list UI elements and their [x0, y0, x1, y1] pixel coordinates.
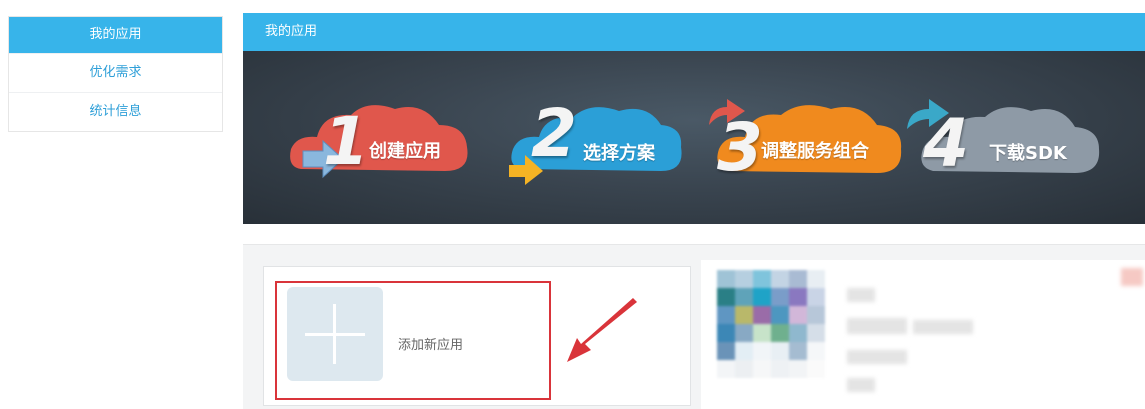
- blurred-text: [847, 378, 875, 392]
- step-3-number: 3: [717, 109, 763, 186]
- step-4-number: 4: [923, 105, 969, 182]
- step-1-label: 创建应用: [369, 141, 441, 162]
- step-2: 2 选择方案: [505, 91, 705, 201]
- banner-spacer: [243, 224, 1145, 245]
- blurred-badge: [1121, 268, 1143, 286]
- blurred-text: [847, 318, 907, 334]
- step-4: 4 下载SDK: [903, 91, 1123, 201]
- blurred-text: [913, 320, 973, 334]
- annotation-highlight-box: [275, 281, 551, 400]
- step-1: 1 创建应用: [283, 91, 483, 201]
- apps-grid: 添加新应用: [263, 260, 1145, 409]
- step-4-label: 下载SDK: [989, 143, 1067, 164]
- existing-app-card[interactable]: [701, 260, 1145, 409]
- step-3: 3 调整服务组合: [705, 91, 925, 201]
- sidebar-item-my-apps[interactable]: 我的应用: [9, 17, 222, 54]
- steps-banner: 1 创建应用 2 选择方案 3 调整服务组合 4 下载SDK: [243, 51, 1145, 224]
- sidebar: 我的应用 优化需求 统计信息: [8, 16, 223, 132]
- page-title: 我的应用: [243, 13, 1145, 51]
- step-1-number: 1: [323, 103, 369, 180]
- sidebar-item-statistics[interactable]: 统计信息: [9, 93, 222, 131]
- app-icon-blurred: [717, 270, 825, 378]
- blurred-text: [847, 288, 875, 302]
- main-panel: 我的应用 1 创建应用 2 选择方案 3 调整服务组合 4 下载SDK 添加新应…: [243, 13, 1145, 409]
- sidebar-item-optimization[interactable]: 优化需求: [9, 54, 222, 93]
- annotation-arrow-icon: [567, 298, 637, 362]
- step-3-label: 调整服务组合: [761, 141, 869, 162]
- step-2-number: 2: [531, 95, 577, 172]
- step-2-label: 选择方案: [583, 143, 655, 164]
- blurred-text: [847, 350, 907, 364]
